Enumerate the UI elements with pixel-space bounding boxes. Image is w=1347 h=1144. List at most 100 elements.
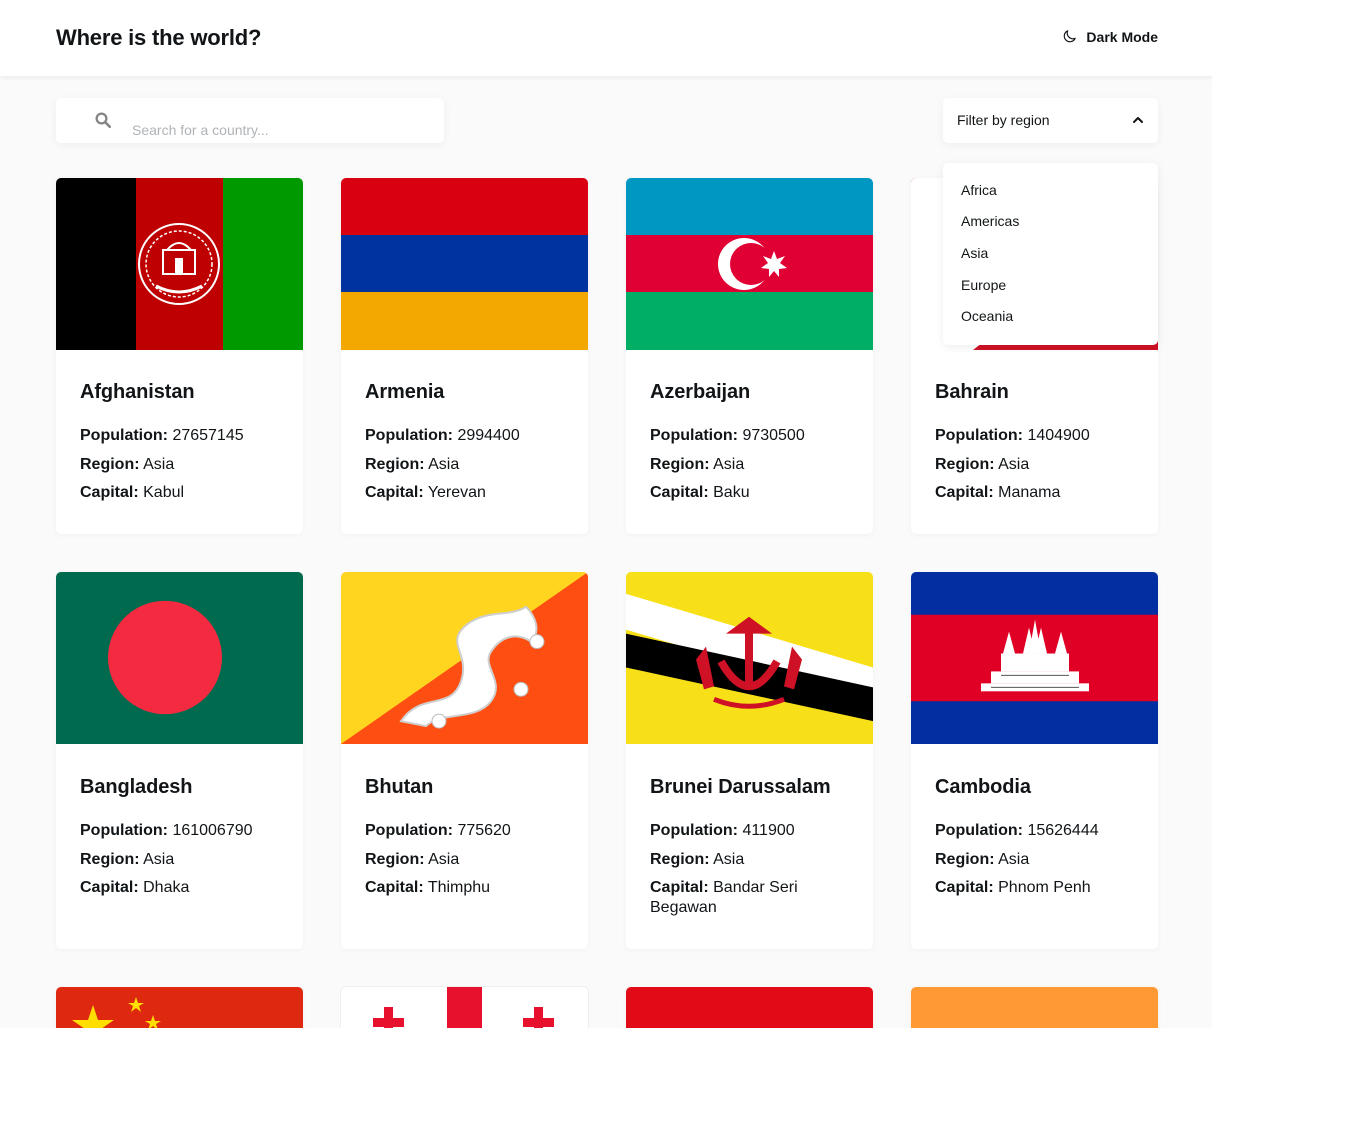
- flag-armenia: [341, 178, 588, 350]
- country-card-afghanistan[interactable]: Afghanistan Population: 27657145 Region:…: [56, 178, 303, 534]
- population-value: 2994400: [457, 427, 520, 444]
- region-option-oceania[interactable]: Oceania: [961, 308, 1013, 324]
- region-label: Region:: [935, 851, 995, 868]
- capital-value: Manama: [998, 484, 1061, 501]
- region-value: Asia: [428, 456, 460, 473]
- population-value: 1404900: [1027, 427, 1090, 444]
- population-row: Population: 9730500: [650, 426, 855, 446]
- country-name: Bhutan: [365, 776, 434, 798]
- region-row: Region: Asia: [650, 850, 855, 870]
- population-row: Population: 1404900: [935, 426, 1140, 446]
- capital-label: Capital:: [80, 879, 139, 896]
- capital-label: Capital:: [650, 484, 709, 501]
- country-card-china[interactable]: [56, 987, 303, 1028]
- population-row: Population: 775620: [365, 821, 570, 841]
- region-value: Asia: [713, 456, 745, 473]
- capital-row: Capital: Baku: [650, 483, 855, 503]
- region-row: Region: Asia: [80, 455, 285, 475]
- region-label: Region:: [365, 851, 425, 868]
- country-name: Cambodia: [935, 776, 1031, 798]
- population-label: Population:: [365, 427, 453, 444]
- population-row: Population: 2994400: [365, 426, 570, 446]
- region-row: Region: Asia: [80, 850, 285, 870]
- country-card-cambodia[interactable]: Cambodia Population: 15626444 Region: As…: [911, 572, 1158, 949]
- region-row: Region: Asia: [935, 850, 1140, 870]
- flag-afghanistan: [56, 178, 303, 350]
- region-value: Asia: [998, 456, 1030, 473]
- region-option-asia[interactable]: Asia: [961, 245, 988, 261]
- capital-value: Phnom Penh: [998, 879, 1091, 896]
- country-card-turkey[interactable]: [626, 987, 873, 1028]
- chevron-up-icon: [1133, 117, 1143, 123]
- country-name: Bahrain: [935, 381, 1009, 403]
- capital-label: Capital:: [650, 879, 709, 896]
- dark-mode-toggle[interactable]: Dark Mode: [1061, 28, 1158, 45]
- region-value: Asia: [143, 456, 175, 473]
- population-value: 411900: [742, 822, 795, 839]
- country-card-brunei-darussalam[interactable]: Brunei Darussalam Population: 411900 Reg…: [626, 572, 873, 949]
- capital-row: Capital: Bandar Seri Begawan: [650, 878, 825, 918]
- region-label: Region:: [650, 456, 710, 473]
- capital-label: Capital:: [935, 879, 994, 896]
- region-value: Asia: [428, 851, 460, 868]
- moon-icon: [1064, 30, 1077, 43]
- population-row: Population: 411900: [650, 821, 855, 841]
- population-value: 775620: [457, 822, 511, 839]
- population-value: 27657145: [172, 427, 244, 444]
- region-value: Asia: [713, 851, 745, 868]
- region-row: Region: Asia: [365, 850, 570, 870]
- population-label: Population:: [935, 427, 1023, 444]
- flag-bhutan: [341, 572, 588, 744]
- region-value: Asia: [998, 851, 1030, 868]
- population-label: Population:: [935, 822, 1023, 839]
- region-option-americas[interactable]: Americas: [961, 213, 1019, 229]
- population-label: Population:: [650, 822, 738, 839]
- flag-india: [911, 987, 1158, 1028]
- flag-cambodia: [911, 572, 1158, 744]
- region-label: Region:: [650, 851, 710, 868]
- flag-brunei-darussalam: [626, 572, 873, 744]
- flag-china: [56, 987, 303, 1028]
- population-label: Population:: [80, 822, 168, 839]
- search-box[interactable]: [56, 98, 444, 152]
- capital-row: Capital: Dhaka: [80, 878, 285, 898]
- region-row: Region: Asia: [935, 455, 1140, 475]
- capital-label: Capital:: [365, 484, 424, 501]
- region-option-europe[interactable]: Europe: [961, 277, 1006, 293]
- region-label: Region:: [935, 456, 995, 473]
- capital-row: Capital: Manama: [935, 483, 1140, 503]
- region-label: Region:: [80, 456, 140, 473]
- country-card-bhutan[interactable]: Bhutan Population: 775620 Region: Asia C…: [341, 572, 588, 949]
- app-background: Where is the world? Dark Mode Filter by …: [0, 0, 1212, 1028]
- country-name: Afghanistan: [80, 381, 195, 403]
- flag-bangladesh: [56, 572, 303, 744]
- capital-label: Capital:: [935, 484, 994, 501]
- capital-row: Capital: Yerevan: [365, 483, 570, 503]
- country-card-armenia[interactable]: Armenia Population: 2994400 Region: Asia…: [341, 178, 588, 534]
- population-label: Population:: [650, 427, 738, 444]
- flag-turkey: [626, 987, 873, 1028]
- capital-value: Dhaka: [143, 879, 190, 896]
- region-filter-select[interactable]: Filter by region: [943, 98, 1158, 143]
- population-value: 15626444: [1027, 822, 1099, 839]
- country-card-azerbaijan[interactable]: Azerbaijan Population: 9730500 Region: A…: [626, 178, 873, 534]
- capital-row: Capital: Kabul: [80, 483, 285, 503]
- app-title: Where is the world?: [56, 25, 262, 50]
- country-name: Bangladesh: [80, 776, 193, 798]
- dark-mode-label: Dark Mode: [1086, 28, 1158, 45]
- country-card-india[interactable]: [911, 987, 1158, 1028]
- country-card-georgia[interactable]: [341, 987, 588, 1028]
- population-value: 9730500: [742, 427, 805, 444]
- capital-row: Capital: Thimphu: [365, 878, 570, 898]
- population-row: Population: 27657145: [80, 426, 285, 446]
- search-input[interactable]: [132, 98, 422, 152]
- capital-label: Capital:: [80, 484, 139, 501]
- country-card-bangladesh[interactable]: Bangladesh Population: 161006790 Region:…: [56, 572, 303, 949]
- search-icon: [95, 112, 112, 129]
- header: Where is the world? Dark Mode: [0, 0, 1212, 76]
- region-dropdown-menu: Africa Americas Asia Europe Oceania: [943, 163, 1158, 345]
- country-name: Armenia: [365, 381, 445, 403]
- region-option-africa[interactable]: Africa: [961, 182, 997, 198]
- region-row: Region: Asia: [365, 455, 570, 475]
- capital-row: Capital: Phnom Penh: [935, 878, 1140, 898]
